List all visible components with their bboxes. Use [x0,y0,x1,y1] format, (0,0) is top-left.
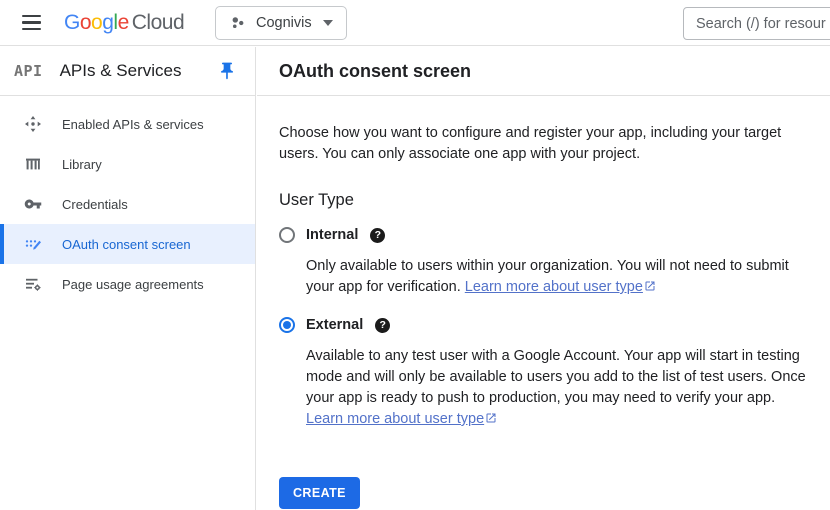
library-icon [24,155,42,173]
sidebar-nav: Enabled APIs & services Library Credenti… [0,96,255,304]
external-description: Available to any test user with a Google… [306,346,806,430]
logo-cloud-text: Cloud [132,11,184,34]
sidebar-item-label: Credentials [62,197,128,212]
radio-label-internal: Internal [306,227,358,243]
search-input[interactable] [683,7,830,40]
sidebar-item-label: Library [62,157,102,172]
page-header: OAuth consent screen [257,47,830,96]
key-icon [24,195,42,213]
logo-letter: e [118,11,129,34]
chevron-down-icon [323,20,333,26]
sidebar: API APIs & Services Enabled APIs & servi… [0,47,256,510]
page-title: OAuth consent screen [279,61,471,82]
sidebar-item-label: OAuth consent screen [62,237,191,252]
project-name: Cognivis [256,15,312,31]
radio-label-external: External [306,317,363,333]
help-icon[interactable]: ? [370,228,385,243]
menu-icon[interactable] [22,15,41,30]
sidebar-item-oauth-consent-screen[interactable]: OAuth consent screen [0,224,255,264]
sidebar-header: API APIs & Services [0,47,255,96]
help-icon[interactable]: ? [375,318,390,333]
radio-internal[interactable] [279,227,295,243]
user-type-heading: User Type [279,191,806,210]
page-body: Choose how you want to configure and reg… [257,96,830,509]
intro-text: Choose how you want to configure and reg… [279,123,784,165]
google-cloud-logo[interactable]: GoogleCloud [64,9,184,37]
sidebar-item-label: Page usage agreements [62,277,204,292]
logo-letter: g [102,11,113,34]
consent-screen-icon [24,235,42,253]
project-selector-button[interactable]: Cognivis [215,6,347,40]
radio-option-internal[interactable]: Internal ? [279,227,806,243]
radio-option-external[interactable]: External ? [279,317,806,333]
learn-more-link-text: Learn more about user type [306,411,484,427]
learn-more-link-internal[interactable]: Learn more about user type [465,279,656,295]
logo-letter: o [91,11,102,34]
create-button[interactable]: CREATE [279,477,360,509]
sidebar-item-library[interactable]: Library [0,144,255,184]
learn-more-link-text: Learn more about user type [465,279,643,295]
sidebar-title: APIs & Services [60,61,217,81]
logo-letter: G [64,11,80,34]
open-in-new-icon [644,280,656,292]
radio-external[interactable] [279,317,295,333]
learn-more-link-external[interactable]: Learn more about user type [306,411,497,427]
enabled-apis-icon [24,115,42,133]
sidebar-item-credentials[interactable]: Credentials [0,184,255,224]
top-navigation-bar: GoogleCloud Cognivis [0,0,830,46]
external-description-text: Available to any test user with a Google… [306,348,806,406]
open-in-new-icon [485,412,497,424]
sidebar-item-label: Enabled APIs & services [62,117,204,132]
sidebar-item-enabled-apis[interactable]: Enabled APIs & services [0,104,255,144]
main-content: OAuth consent screen Choose how you want… [257,47,830,510]
logo-letter: o [80,11,91,34]
project-icon [229,14,247,32]
agreements-icon [24,275,42,293]
sidebar-item-page-usage-agreements[interactable]: Page usage agreements [0,264,255,304]
internal-description: Only available to users within your orga… [306,256,806,298]
pin-icon[interactable] [217,61,237,81]
api-product-logo: API [14,62,43,80]
